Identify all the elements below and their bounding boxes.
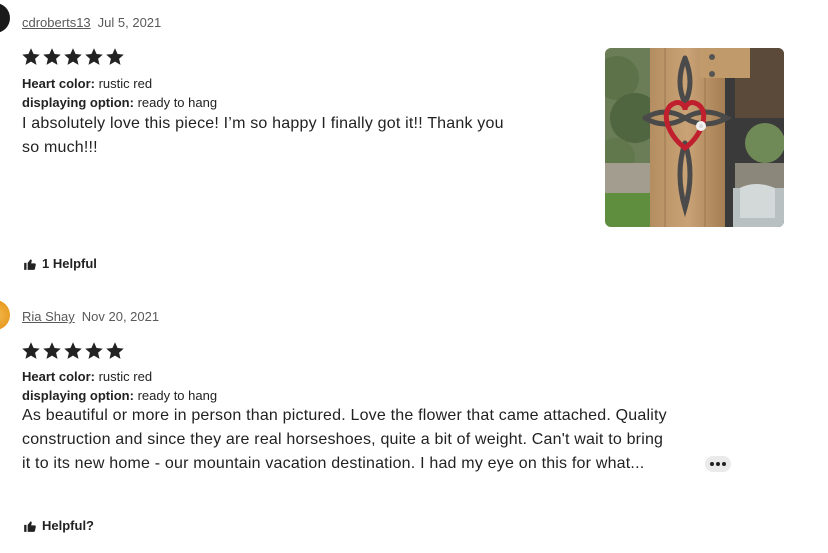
star-icon [106,342,124,359]
review-photo[interactable] [605,48,784,227]
star-icon [22,48,40,65]
read-more-button[interactable] [705,456,731,472]
review-text: As beautiful or more in person than pict… [22,404,667,476]
review-date: Nov 20, 2021 [81,309,160,324]
attribute-label: Heart color: [22,76,95,91]
attribute-displaying-option: displaying option: ready to hang [22,388,217,403]
review-text-line: construction and since they are real hor… [22,431,664,448]
review-text-line: I absolutely love this piece! I’m so hap… [22,115,504,132]
attribute-value: rustic red [98,76,153,91]
helpful-button[interactable]: 1 Helpful [23,256,97,271]
star-icon [43,48,61,65]
helpful-label: Helpful? [42,518,94,533]
attribute-heart-color: Heart color: rustic red [22,76,152,91]
more-horizontal-icon [709,462,727,466]
review-text: I absolutely love this piece! I’m so hap… [22,112,504,160]
star-icon [106,48,124,65]
star-icon [64,48,82,65]
star-icon [43,342,61,359]
star-rating [21,47,125,67]
thumbs-up-icon [24,520,36,532]
review-meta: cdroberts13 Jul 5, 2021 [22,15,161,30]
attribute-value: rustic red [98,369,153,384]
helpful-button[interactable]: Helpful? [23,518,94,533]
attribute-label: Heart color: [22,369,95,384]
star-icon [64,342,82,359]
review-meta: Ria Shay Nov 20, 2021 [22,309,159,324]
attribute-label: displaying option: [22,388,134,403]
review-text-line: so much!!! [22,139,98,156]
reviewer-name-link[interactable]: cdroberts13 [22,15,91,30]
thumbs-up-icon [24,258,36,270]
avatar[interactable] [0,300,10,330]
attribute-value: ready to hang [137,388,218,403]
helpful-label: 1 Helpful [42,256,97,271]
star-rating [21,341,125,361]
avatar[interactable] [0,3,10,33]
reviewer-name-link[interactable]: Ria Shay [22,309,75,324]
attribute-label: displaying option: [22,95,134,110]
attribute-heart-color: Heart color: rustic red [22,369,152,384]
star-icon [22,342,40,359]
attribute-displaying-option: displaying option: ready to hang [22,95,217,110]
review-text-line: As beautiful or more in person than pict… [22,407,667,424]
review-text-line: it to its new home - our mountain vacati… [22,455,645,472]
star-icon [85,342,103,359]
reviews-page: cdroberts13 Jul 5, 2021 Heart color: rust… [0,0,828,553]
star-icon [85,48,103,65]
review-date: Jul 5, 2021 [97,15,162,30]
review-photo-image [605,48,784,227]
attribute-value: ready to hang [137,95,218,110]
